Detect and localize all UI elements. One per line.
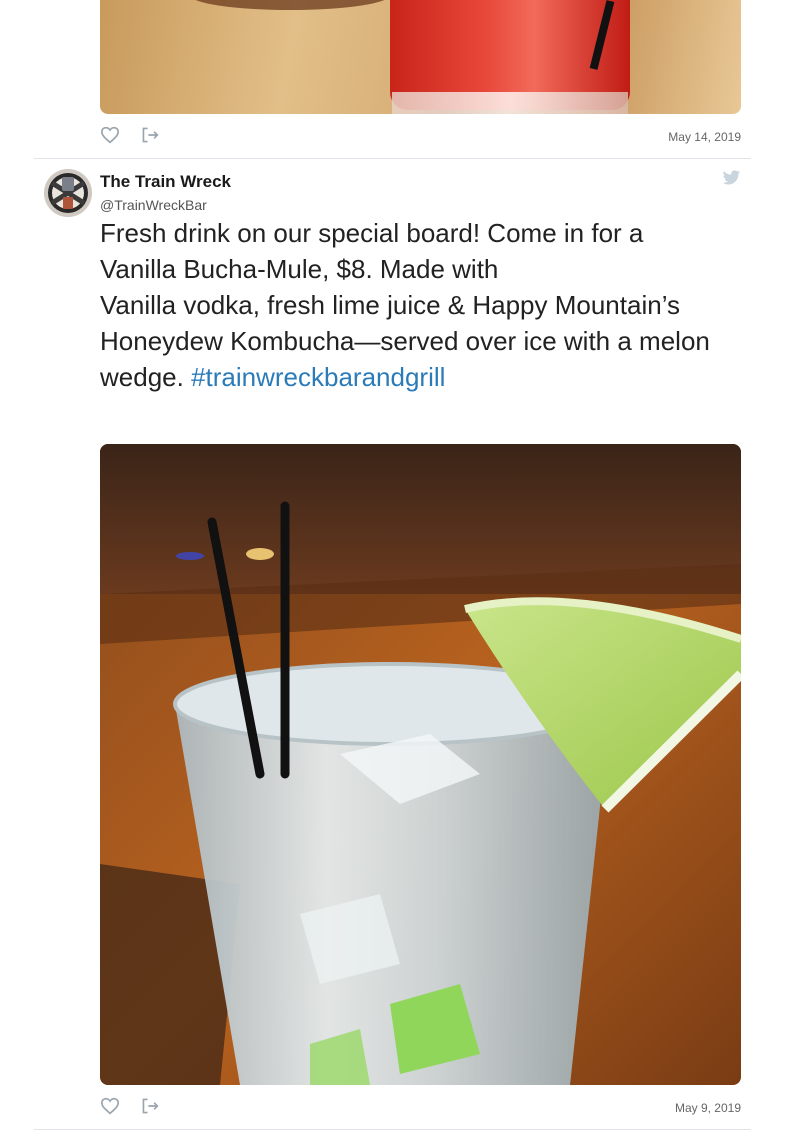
tweet-text-line: Vanilla vodka, fresh lime juice & Happy …: [100, 290, 680, 320]
author-name[interactable]: The Train Wreck: [100, 172, 231, 192]
hashtag-link[interactable]: #trainwreckbarandgrill: [191, 362, 445, 392]
share-icon[interactable]: [140, 126, 160, 144]
previous-tweet-photo[interactable]: [100, 0, 741, 114]
tweet-date[interactable]: May 9, 2019: [675, 1101, 741, 1115]
dark-glass-shape: [190, 0, 390, 10]
tweet-text-line: Vanilla Bucha-Mule, $8. Made with: [100, 254, 499, 284]
train-wreck-logo: [44, 169, 92, 217]
previous-tweet-date[interactable]: May 14, 2019: [668, 130, 741, 144]
tweet-actions: [100, 1097, 160, 1115]
heart-icon[interactable]: [100, 1097, 120, 1115]
tweet-divider: [34, 1129, 751, 1130]
heart-icon[interactable]: [100, 126, 120, 144]
previous-tweet-actions: [100, 126, 160, 144]
glass-base-shape: [392, 92, 628, 114]
twitter-bird-icon[interactable]: [722, 170, 741, 186]
tweet-text-line: wedge.: [100, 362, 192, 392]
tweet-text-line: Fresh drink on our special board! Come i…: [100, 218, 644, 248]
tweet-text-line: Honeydew Kombucha—served over ice with a…: [100, 326, 710, 356]
tweet-divider: [34, 158, 751, 159]
drink-photo-illustration: [100, 444, 741, 1085]
tweet-photo[interactable]: [100, 444, 741, 1085]
share-icon[interactable]: [140, 1097, 160, 1115]
tweet-text: Fresh drink on our special board! Come i…: [100, 215, 745, 395]
avatar[interactable]: [44, 169, 92, 217]
author-handle[interactable]: @TrainWreckBar: [100, 197, 207, 213]
